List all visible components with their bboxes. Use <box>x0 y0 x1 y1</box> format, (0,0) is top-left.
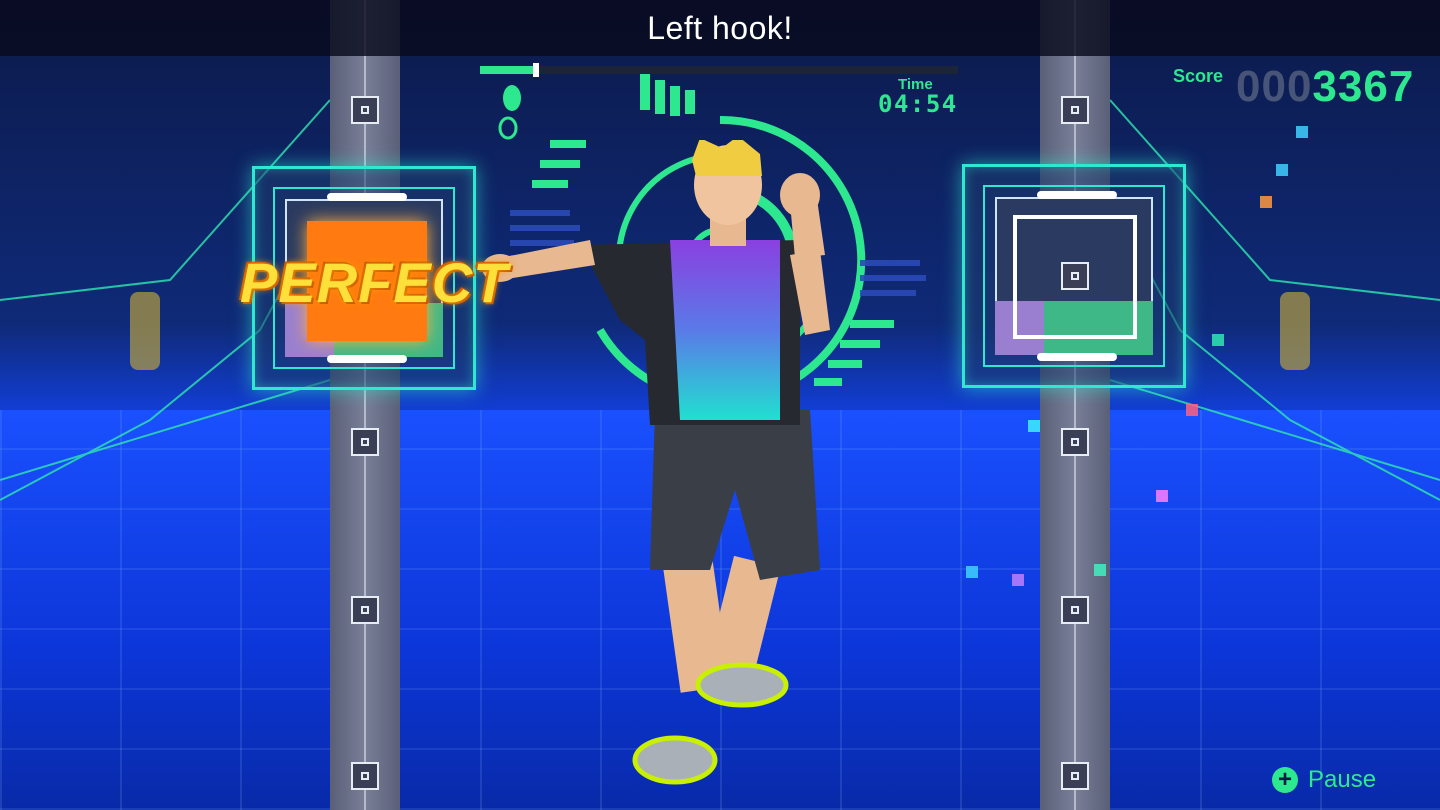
particle <box>966 566 978 578</box>
pillar-marker <box>351 762 379 790</box>
progress-fill <box>480 66 533 74</box>
pillar-marker <box>351 428 379 456</box>
particle <box>1296 126 1308 138</box>
game-scene: PERFECT Left hook! Time 04:54 Score 0003… <box>0 0 1440 810</box>
pillar-marker <box>1061 262 1089 290</box>
judgement-text: PERFECT <box>240 251 509 314</box>
score-label: Score <box>1173 66 1224 86</box>
particle <box>1186 404 1198 416</box>
footprints-icon <box>498 85 521 140</box>
particle <box>1094 564 1106 576</box>
score-padding: 000 <box>1236 62 1313 111</box>
plus-button-icon: + <box>1272 767 1298 793</box>
particle <box>1028 420 1040 432</box>
pause-button[interactable]: + Pause <box>1272 766 1376 794</box>
pillar-marker <box>1061 96 1089 124</box>
song-progress-bar <box>480 63 958 77</box>
pillar-marker <box>1061 596 1089 624</box>
progress-knob <box>532 63 539 77</box>
particle <box>1012 574 1024 586</box>
particle <box>1212 334 1224 346</box>
particle <box>1156 490 1168 502</box>
trainer-avatar <box>482 140 830 785</box>
score-display: 0003367 <box>1236 62 1414 112</box>
score-value: 3367 <box>1312 62 1415 111</box>
pause-label: Pause <box>1308 766 1377 793</box>
time-remaining: 04:54 <box>878 90 958 118</box>
pillar-marker <box>1061 762 1089 790</box>
particle <box>1276 164 1288 176</box>
pillar-marker <box>351 96 379 124</box>
right-side-light <box>1280 292 1310 370</box>
pillar-marker <box>1061 428 1089 456</box>
move-instruction: Left hook! <box>647 9 793 46</box>
pillar-marker <box>351 596 379 624</box>
particle <box>1260 196 1272 208</box>
left-side-light <box>130 292 160 370</box>
instruction-bar: Left hook! <box>0 0 1440 56</box>
